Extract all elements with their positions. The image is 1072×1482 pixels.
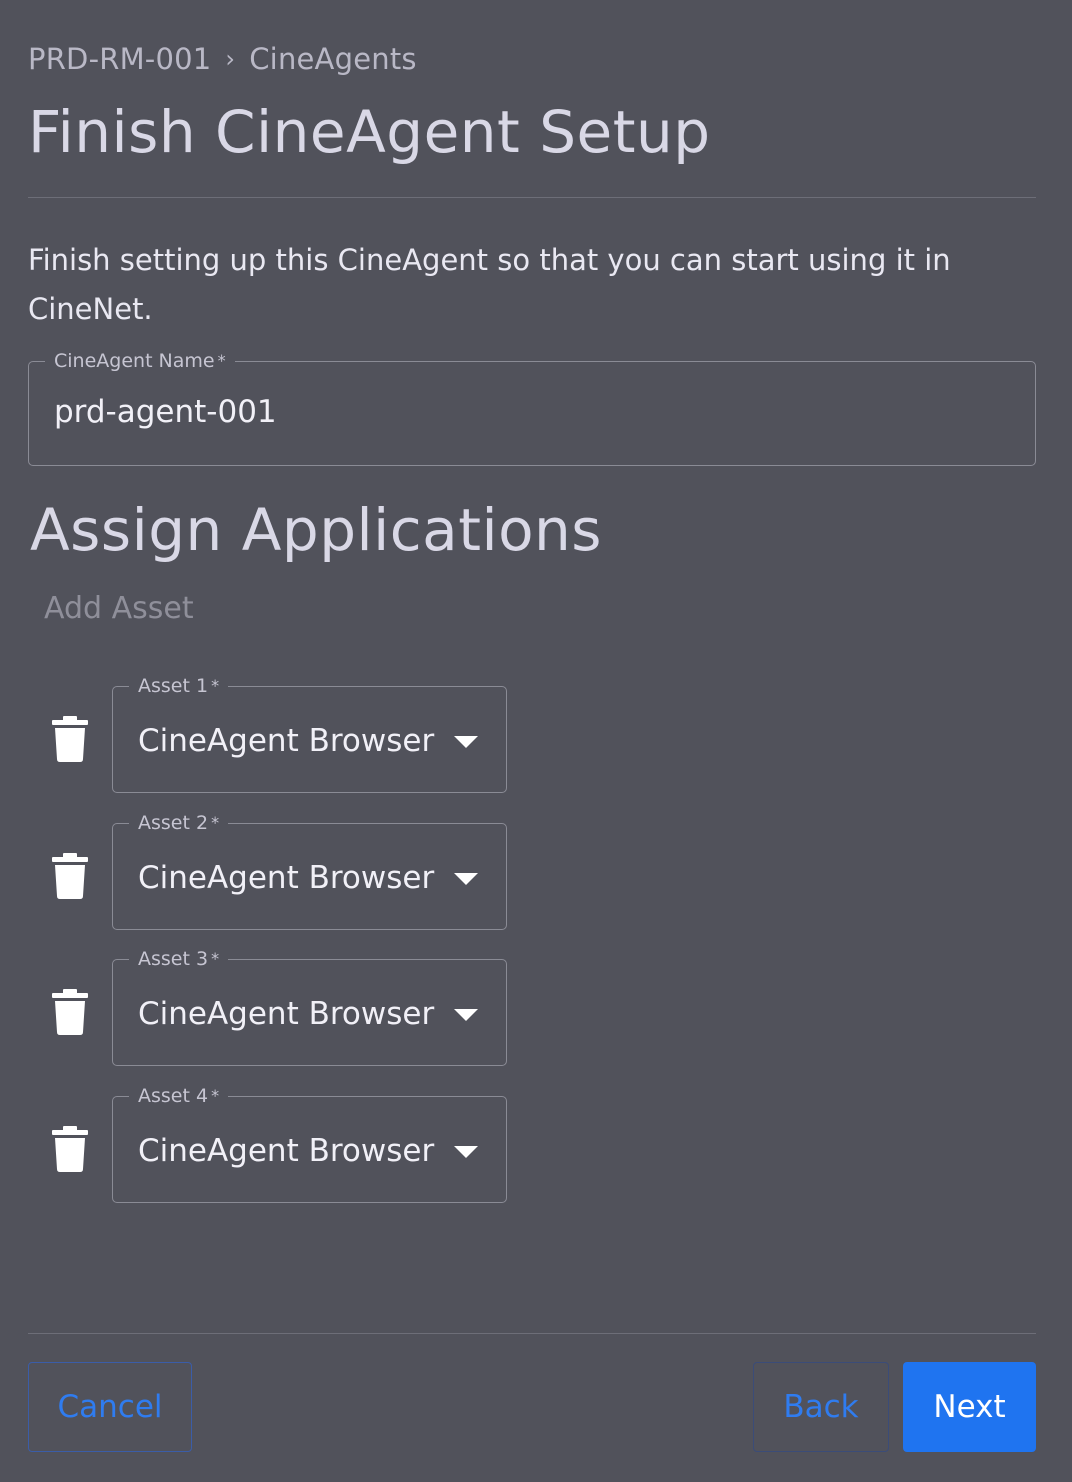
required-mark: * — [217, 351, 226, 370]
caret-down-icon — [454, 1146, 478, 1158]
breadcrumb: PRD-RM-001 › CineAgents — [28, 42, 417, 76]
finish-setup-page: PRD-RM-001 › CineAgents Finish CineAgent… — [0, 0, 1072, 1482]
required-mark: * — [211, 1086, 220, 1105]
header-divider — [28, 197, 1036, 198]
asset-row-1: Asset 1 * CineAgent Browser — [0, 673, 520, 794]
asset-1-value: CineAgent Browser — [138, 723, 435, 759]
asset-3-select[interactable]: Asset 3 * CineAgent Browser — [112, 946, 507, 1066]
next-button[interactable]: Next — [903, 1362, 1036, 1452]
trash-icon[interactable] — [52, 716, 88, 762]
asset-4-label: Asset 4 * — [129, 1083, 229, 1109]
caret-down-icon — [454, 1009, 478, 1021]
cineagent-name-value[interactable]: prd-agent-001 — [54, 394, 277, 430]
page-title: Finish CineAgent Setup — [28, 98, 711, 166]
required-mark: * — [211, 949, 220, 968]
asset-row-4: Asset 4 * CineAgent Browser — [0, 1083, 520, 1204]
setup-description: Finish setting up this CineAgent so that… — [28, 243, 951, 326]
asset-2-label: Asset 2 * — [129, 810, 229, 836]
breadcrumb-item-room[interactable]: PRD-RM-001 — [28, 42, 211, 76]
trash-icon[interactable] — [52, 989, 88, 1035]
breadcrumb-separator: › — [225, 45, 236, 73]
asset-1-label: Asset 1 * — [129, 673, 229, 699]
asset-4-value: CineAgent Browser — [138, 1133, 435, 1169]
add-asset-button[interactable]: Add Asset — [44, 591, 194, 626]
trash-icon[interactable] — [52, 1126, 88, 1172]
required-mark: * — [211, 813, 220, 832]
caret-down-icon — [454, 736, 478, 748]
assign-applications-title: Assign Applications — [30, 496, 603, 564]
required-mark: * — [211, 676, 220, 695]
asset-2-value: CineAgent Browser — [138, 860, 435, 896]
asset-3-value: CineAgent Browser — [138, 996, 435, 1032]
cineagent-name-field[interactable]: CineAgent Name * prd-agent-001 — [28, 348, 1036, 466]
footer-divider — [28, 1333, 1036, 1334]
asset-1-select[interactable]: Asset 1 * CineAgent Browser — [112, 673, 507, 793]
caret-down-icon — [454, 873, 478, 885]
trash-icon[interactable] — [52, 853, 88, 899]
asset-3-label: Asset 3 * — [129, 946, 229, 972]
cineagent-name-label: CineAgent Name * — [45, 348, 235, 374]
breadcrumb-item-cineagents[interactable]: CineAgents — [249, 42, 416, 76]
asset-4-select[interactable]: Asset 4 * CineAgent Browser — [112, 1083, 507, 1203]
asset-2-select[interactable]: Asset 2 * CineAgent Browser — [112, 810, 507, 930]
back-button[interactable]: Back — [753, 1362, 889, 1452]
cancel-button[interactable]: Cancel — [28, 1362, 192, 1452]
asset-row-2: Asset 2 * CineAgent Browser — [0, 810, 520, 931]
asset-row-3: Asset 3 * CineAgent Browser — [0, 946, 520, 1067]
